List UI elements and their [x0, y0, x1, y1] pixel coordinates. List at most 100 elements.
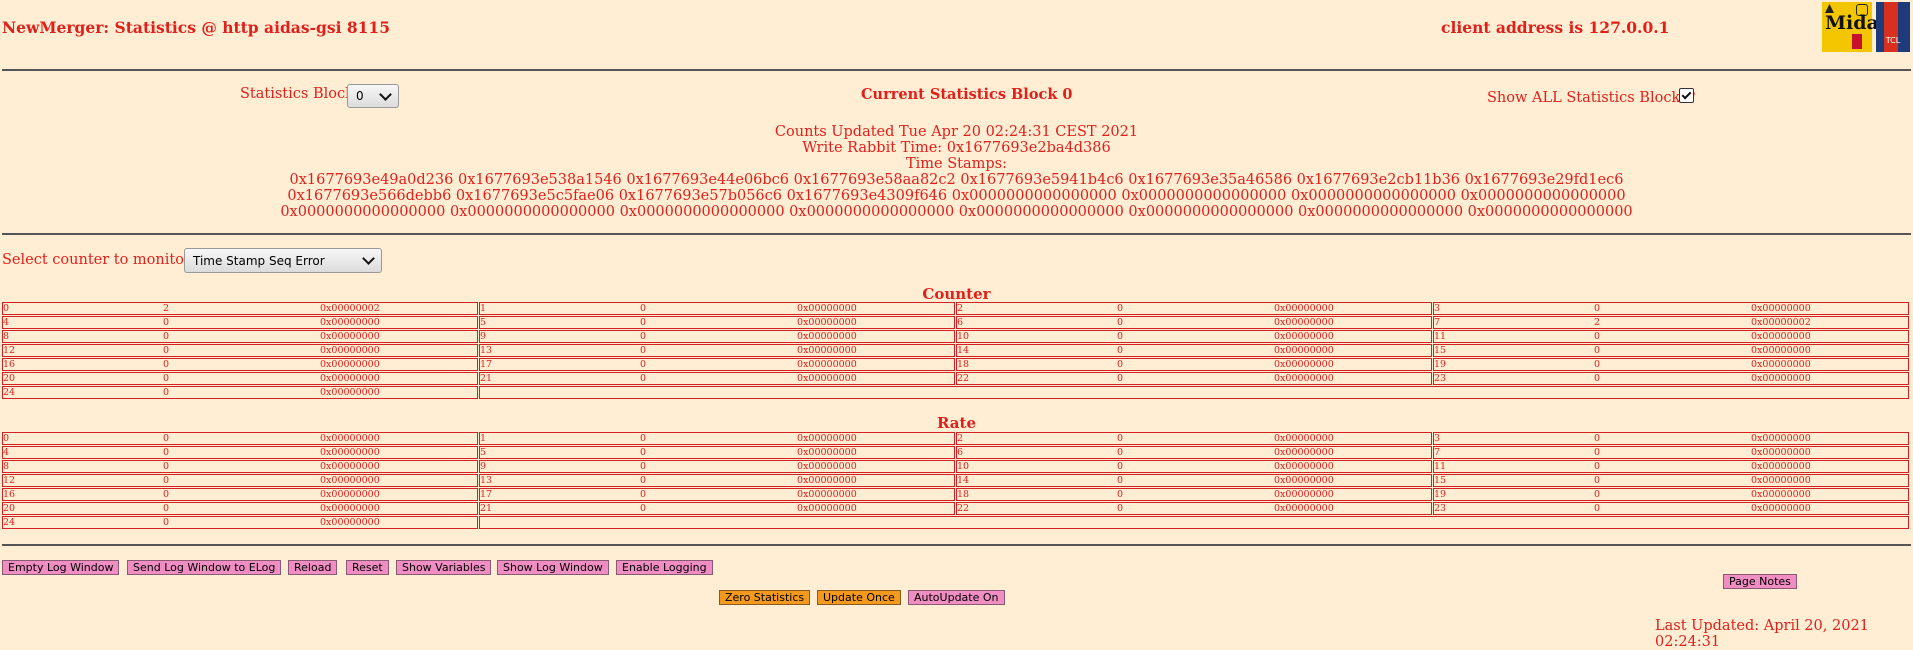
- counter-cell: 2 0 0x00000000: [956, 302, 1432, 315]
- counter-channel: 8: [3, 331, 10, 342]
- rate-cell: 10 0 0x00000000: [956, 460, 1432, 473]
- counter-cell: 9 0 0x00000000: [479, 330, 955, 343]
- reload-button[interactable]: Reload: [288, 560, 338, 575]
- counter-channel: 12: [3, 345, 16, 356]
- counter-channel: 5: [480, 317, 487, 328]
- counter-cell: 13 0 0x00000000: [479, 344, 955, 357]
- show-all-checkbox[interactable]: [1679, 88, 1694, 103]
- rate-cell: 5 0 0x00000000: [479, 446, 955, 459]
- counter-cell: 19 0 0x00000000: [1433, 358, 1909, 371]
- rate-channel: 9: [480, 461, 487, 472]
- last-updated: Last Updated: April 20, 2021 02:24:31: [1655, 618, 1869, 650]
- tcl-logo-text: TCL: [1885, 36, 1901, 45]
- counter-channel: 11: [1434, 331, 1447, 342]
- send-log-elog-button[interactable]: Send Log Window to ELog: [127, 560, 282, 575]
- rate-value: 0: [163, 503, 170, 514]
- rate-channel: 5: [480, 447, 487, 458]
- counter-hex: 0x00000000: [1751, 345, 1811, 356]
- rate-channel: 20: [3, 503, 16, 514]
- counter-monitor-select[interactable]: Time Stamp Seq Error: [184, 248, 382, 273]
- counter-cell: 8 0 0x00000000: [2, 330, 478, 343]
- counter-value: 0: [1594, 303, 1601, 314]
- rate-hex: 0x00000000: [1274, 447, 1334, 458]
- midas-logo: Midas: [1822, 2, 1890, 52]
- rate-channel: 1: [480, 433, 487, 444]
- divider: [2, 233, 1911, 235]
- rate-cell: 24 0 0x00000000: [2, 516, 478, 529]
- counter-hex: 0x00000000: [797, 345, 857, 356]
- counter-hex: 0x00000000: [797, 331, 857, 342]
- counter-cell: 11 0 0x00000000: [1433, 330, 1909, 343]
- counter-hex: 0x00000000: [1274, 331, 1334, 342]
- update-once-button[interactable]: Update Once: [817, 590, 901, 605]
- autoupdate-button[interactable]: AutoUpdate On: [908, 590, 1005, 605]
- counter-channel: 19: [1434, 359, 1447, 370]
- zero-statistics-button[interactable]: Zero Statistics: [719, 590, 811, 605]
- statistics-block-select[interactable]: 0: [347, 84, 399, 108]
- counter-value: 0: [163, 387, 170, 398]
- rate-cell: 1 0 0x00000000: [479, 432, 955, 445]
- rate-cell: 21 0 0x00000000: [479, 502, 955, 515]
- counter-channel: 6: [957, 317, 964, 328]
- rate-value: 0: [640, 475, 647, 486]
- counter-hex: 0x00000000: [1274, 373, 1334, 384]
- rate-hex: 0x00000000: [797, 503, 857, 514]
- empty-log-button[interactable]: Empty Log Window: [2, 560, 120, 575]
- counter-hex: 0x00000000: [320, 345, 380, 356]
- counter-hex: 0x00000000: [320, 373, 380, 384]
- rate-value: 0: [1117, 489, 1124, 500]
- rate-title: Rate: [936, 414, 976, 432]
- rate-hex: 0x00000000: [1751, 433, 1811, 444]
- enable-logging-button[interactable]: Enable Logging: [616, 560, 713, 575]
- rate-hex: 0x00000000: [1751, 447, 1811, 458]
- rate-value: 0: [1594, 447, 1601, 458]
- rate-channel: 6: [957, 447, 964, 458]
- counter-value: 0: [163, 345, 170, 356]
- rate-value: 0: [640, 433, 647, 444]
- counter-hex: 0x00000000: [320, 387, 380, 398]
- counter-channel: 13: [480, 345, 493, 356]
- rate-cell: 18 0 0x00000000: [956, 488, 1432, 501]
- counter-value: 0: [1117, 303, 1124, 314]
- counter-value: 0: [640, 373, 647, 384]
- divider: [2, 69, 1911, 71]
- counter-channel: 21: [480, 373, 493, 384]
- counter-channel: 1: [480, 303, 487, 314]
- counter-value: 0: [163, 331, 170, 342]
- counter-value: 0: [1117, 317, 1124, 328]
- rate-channel: 2: [957, 433, 964, 444]
- rate-hex: 0x00000000: [797, 475, 857, 486]
- rate-cell: 0 0 0x00000000: [2, 432, 478, 445]
- rate-hex: 0x00000000: [1751, 475, 1811, 486]
- rate-value: 0: [1117, 433, 1124, 444]
- reset-button[interactable]: Reset: [346, 560, 389, 575]
- page-notes-button[interactable]: Page Notes: [1723, 574, 1797, 589]
- rate-hex: 0x00000000: [1751, 461, 1811, 472]
- counter-cell: 17 0 0x00000000: [479, 358, 955, 371]
- rate-value: 0: [163, 475, 170, 486]
- write-rabbit-time: Write Rabbit Time: 0x1677693e2ba4d386: [802, 140, 1111, 156]
- counter-channel: 2: [957, 303, 964, 314]
- rate-value: 0: [163, 433, 170, 444]
- counter-hex: 0x00000000: [797, 317, 857, 328]
- counter-channel: 20: [3, 373, 16, 384]
- counter-cell: 7 2 0x00000002: [1433, 316, 1909, 329]
- counter-value: 0: [640, 331, 647, 342]
- rate-hex: 0x00000000: [1274, 433, 1334, 444]
- rate-hex: 0x00000000: [1274, 503, 1334, 514]
- rate-value: 0: [640, 447, 647, 458]
- chevron-down-icon: [362, 252, 375, 265]
- rate-channel: 16: [3, 489, 16, 500]
- counter-value: 0: [1594, 373, 1601, 384]
- show-log-button[interactable]: Show Log Window: [497, 560, 609, 575]
- timestamps-line-2: 0x1677693e566debb6 0x1677693e5c5fae06 0x…: [287, 188, 1626, 204]
- rate-value: 0: [1594, 489, 1601, 500]
- current-block-heading: Current Statistics Block 0: [861, 86, 1073, 103]
- counter-value: 2: [1594, 317, 1601, 328]
- show-variables-button[interactable]: Show Variables: [396, 560, 492, 575]
- rate-channel: 11: [1434, 461, 1447, 472]
- counter-cell: 0 2 0x00000002: [2, 302, 478, 315]
- counter-hex: 0x00000000: [1751, 359, 1811, 370]
- counter-cell: 14 0 0x00000000: [956, 344, 1432, 357]
- counter-value: 0: [1117, 345, 1124, 356]
